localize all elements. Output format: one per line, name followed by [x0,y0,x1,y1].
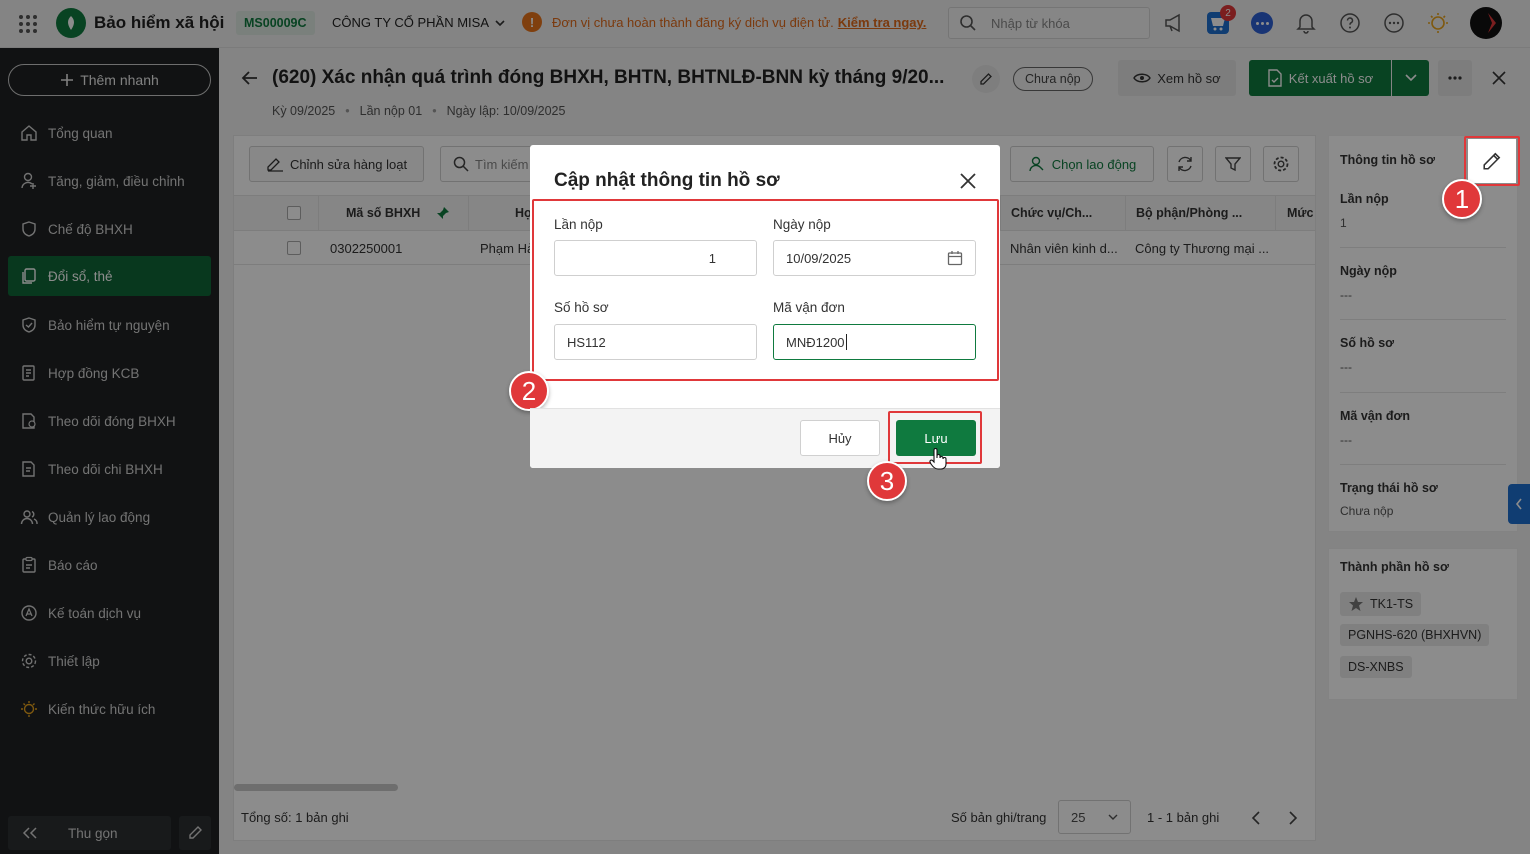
so-ho-so-input[interactable]: HS112 [554,324,757,360]
ngay-nop-label: Ngày nộp [773,217,831,232]
lan-nop-label: Lần nộp [554,217,603,232]
ngay-nop-value: 10/09/2025 [786,250,852,266]
ma-van-don-input[interactable]: MNĐ1200 [773,324,976,360]
text-cursor [845,334,847,350]
calendar-icon[interactable] [947,250,963,266]
step-badge-3: 3 [867,461,907,501]
step-badge-2: 2 [509,371,549,411]
step-badge-1: 1 [1442,179,1482,219]
lan-nop-input[interactable]: 1 [554,240,757,276]
ma-van-don-label: Mã vận đơn [773,300,845,315]
ma-van-don-value: MNĐ1200 [786,334,845,350]
so-ho-so-label: Số hồ sơ [554,300,609,315]
ngay-nop-input[interactable]: 10/09/2025 [773,240,976,276]
cancel-button[interactable]: Hủy [800,420,880,456]
pencil-icon [1482,151,1502,171]
modal-title: Cập nhật thông tin hồ sơ [554,170,780,191]
edit-info-button-highlighted[interactable] [1468,139,1516,183]
hand-cursor-icon [929,448,947,470]
close-modal-icon[interactable] [959,172,977,190]
